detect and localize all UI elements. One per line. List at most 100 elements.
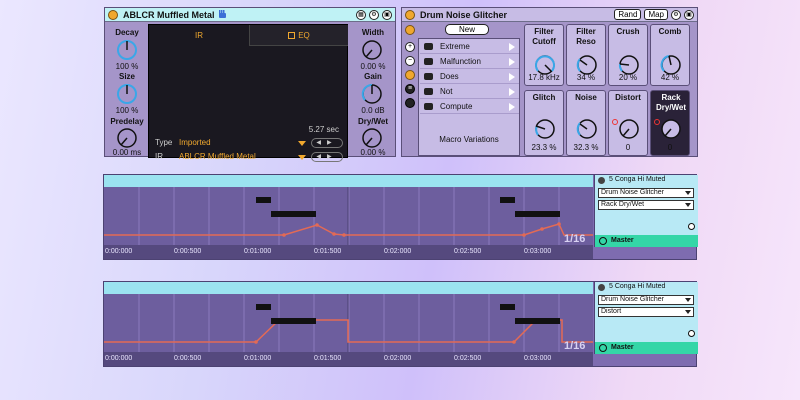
distort-knob[interactable] [617, 117, 641, 141]
drywet-knob[interactable] [360, 126, 384, 150]
gain-label: Gain [364, 72, 382, 81]
macro-label: Filter Cutoff [532, 27, 556, 46]
width-value: 0.00 % [360, 62, 386, 71]
lane-toggle-icon[interactable] [688, 223, 695, 230]
glitch-knob[interactable] [533, 117, 557, 141]
midi-note[interactable] [500, 197, 515, 203]
macro-label: Distort [615, 93, 641, 102]
decay-knob[interactable] [115, 38, 139, 62]
type-stepper[interactable]: ◀▶ [311, 138, 343, 148]
play-icon[interactable] [509, 103, 515, 111]
map-button[interactable]: Map [644, 9, 668, 20]
quantize-display[interactable]: 1/16 [564, 340, 585, 352]
width-knob[interactable] [360, 38, 384, 62]
time-tick: 0:00:000 [105, 248, 133, 255]
device-chooser[interactable]: Drum Noise Glitcher [598, 188, 694, 198]
play-icon[interactable] [509, 73, 515, 81]
settings-icon[interactable]: ⚙ [369, 9, 379, 20]
macro-toggle-icon[interactable] [405, 25, 415, 35]
clip-body[interactable] [104, 187, 593, 247]
play-icon[interactable] [599, 344, 607, 352]
midi-note[interactable] [515, 211, 560, 217]
macro-label: Crush [616, 27, 640, 36]
track-fold-icon[interactable] [598, 284, 605, 291]
tab-eq[interactable]: EQ [249, 25, 348, 46]
variation-name: Not [440, 87, 453, 96]
macro-variations-label: Macro Variations [439, 135, 499, 144]
play-icon[interactable] [509, 88, 515, 96]
camera-icon[interactable] [424, 103, 433, 110]
size-knob[interactable] [115, 82, 139, 106]
type-value[interactable]: Imported [179, 138, 211, 147]
remove-icon[interactable]: − [405, 56, 415, 66]
variation-name: Compute [440, 102, 473, 111]
time-tick: 0:03:000 [524, 248, 552, 255]
parameter-chooser[interactable]: Distort [598, 307, 694, 317]
save-icon[interactable]: ▣ [684, 9, 694, 20]
quantize-display[interactable]: 1/16 [564, 233, 585, 245]
master-track[interactable]: Master [594, 342, 698, 354]
grid-icon[interactable]: ▦ [356, 9, 366, 20]
macro-label: Comb [658, 27, 682, 36]
device-title: Drum Noise Glitcher [420, 9, 508, 20]
type-label: Type [155, 138, 173, 147]
macro-value: 20 % [618, 73, 638, 82]
time-tick: 0:00:000 [105, 355, 133, 362]
eq-checkbox[interactable] [288, 32, 296, 40]
list-item[interactable]: Extreme [420, 40, 519, 54]
macro-value: 0 [667, 143, 673, 152]
tab-ir[interactable]: IR [149, 25, 249, 46]
power-icon[interactable] [108, 9, 118, 20]
automation-lane[interactable] [104, 187, 593, 247]
list-item[interactable]: Compute [420, 100, 519, 114]
list-icon[interactable]: ≡ [405, 84, 415, 94]
clip-header[interactable] [104, 282, 593, 294]
camera-icon[interactable] [424, 43, 433, 50]
variation-icon[interactable] [405, 70, 415, 80]
noise-knob[interactable] [575, 117, 599, 141]
clip-body[interactable] [104, 294, 593, 354]
clip-header[interactable] [104, 175, 593, 187]
list-item[interactable]: Malfunction [420, 55, 519, 69]
list-item[interactable]: Does [420, 70, 519, 84]
type-dropdown-icon[interactable] [298, 141, 306, 146]
play-icon[interactable] [509, 58, 515, 66]
rack-drywet-knob[interactable] [659, 117, 683, 141]
gain-knob[interactable] [360, 82, 384, 106]
list-item[interactable]: Not [420, 85, 519, 99]
midi-note[interactable] [515, 318, 560, 324]
camera-icon[interactable] [424, 88, 433, 95]
midi-note[interactable] [500, 304, 515, 310]
track-fold-icon[interactable] [598, 177, 605, 184]
predelay-knob[interactable] [115, 126, 139, 150]
midi-note[interactable] [256, 197, 271, 203]
camera-icon[interactable] [424, 73, 433, 80]
macro-label: Noise [575, 93, 597, 102]
camera-icon[interactable] [424, 58, 433, 65]
play-icon[interactable] [509, 43, 515, 51]
new-variation-button[interactable]: New [445, 24, 489, 35]
parameter-chooser[interactable]: Rack Dry/Wet [598, 200, 694, 210]
automation-lane[interactable] [104, 294, 593, 354]
ir-dropdown-icon[interactable] [298, 155, 306, 160]
play-icon[interactable] [599, 237, 607, 245]
settings-icon[interactable]: ⚙ [671, 9, 681, 20]
reverb-header: ABLCR Muffled Metal ▦ ⚙ ▣ [105, 8, 395, 22]
ir-stepper[interactable]: ◀▶ [311, 152, 343, 162]
master-track[interactable]: Master [594, 235, 698, 247]
rand-button[interactable]: Rand [614, 9, 642, 20]
lane-toggle-icon[interactable] [688, 330, 695, 337]
macro-comb: Comb 42 % [650, 24, 690, 86]
midi-note[interactable] [271, 211, 316, 217]
ir-label: IR [155, 152, 163, 161]
chain-icon[interactable] [405, 98, 415, 108]
add-icon[interactable]: + [405, 42, 415, 52]
power-icon[interactable] [405, 9, 415, 20]
device-chooser[interactable]: Drum Noise Glitcher [598, 295, 694, 305]
ir-value[interactable]: ABLCR Muffled Metal [179, 152, 256, 161]
automation-clip-1: 0:00:000 0:00:500 0:01:000 0:01:500 0:02… [103, 174, 698, 260]
midi-note[interactable] [271, 318, 316, 324]
midi-note[interactable] [256, 304, 271, 310]
save-icon[interactable]: ▣ [382, 9, 392, 20]
time-tick: 0:00:500 [174, 355, 202, 362]
